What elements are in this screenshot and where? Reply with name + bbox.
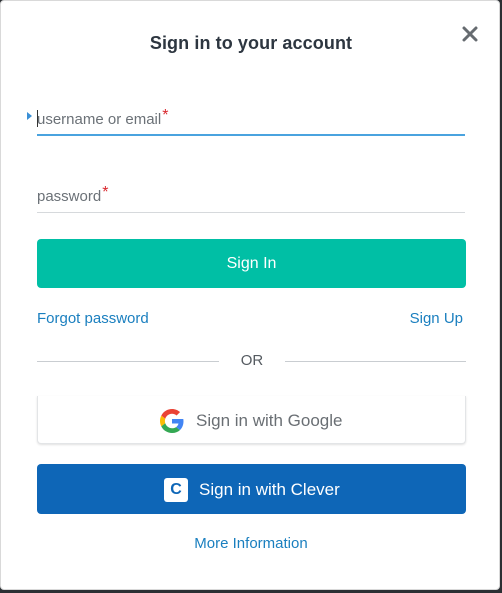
username-underline <box>37 134 465 136</box>
username-field[interactable]: username or email* <box>37 104 465 136</box>
password-field[interactable]: password* <box>37 181 465 213</box>
sign-in-with-clever-button[interactable]: C Sign in with Clever <box>37 464 466 514</box>
password-underline <box>37 212 465 213</box>
divider-or-text: OR <box>240 352 264 369</box>
google-button-label: Sign in with Google <box>196 411 343 430</box>
sign-up-link[interactable]: Sign Up <box>410 310 463 327</box>
required-marker: * <box>162 107 169 124</box>
divider-line-right <box>285 361 466 362</box>
sign-in-button[interactable]: Sign In <box>37 239 466 288</box>
username-placeholder-text: username or email <box>37 111 162 128</box>
required-marker: * <box>102 184 109 201</box>
google-logo-icon <box>160 409 184 433</box>
clever-logo-icon: C <box>164 478 188 502</box>
divider-line-left <box>37 361 219 362</box>
close-icon <box>462 26 478 42</box>
focus-indicator-icon <box>27 112 32 120</box>
sign-in-with-google-button[interactable]: Sign in with Google <box>37 396 466 444</box>
forgot-password-link[interactable]: Forgot password <box>37 310 149 327</box>
dialog-title: Sign in to your account <box>149 33 353 53</box>
password-placeholder-text: password <box>37 188 102 205</box>
clever-button-content: C Sign in with Clever <box>164 477 340 503</box>
more-information-link[interactable]: More Information <box>194 535 307 552</box>
more-information-row: More Information <box>1 535 501 552</box>
google-button-content: Sign in with Google <box>160 408 342 434</box>
username-placeholder: username or email* <box>37 107 168 129</box>
sign-in-dialog: Sign in to your account username or emai… <box>0 0 500 590</box>
clever-button-label: Sign in with Clever <box>199 480 340 499</box>
password-placeholder: password* <box>37 184 108 206</box>
close-button[interactable] <box>459 23 481 45</box>
